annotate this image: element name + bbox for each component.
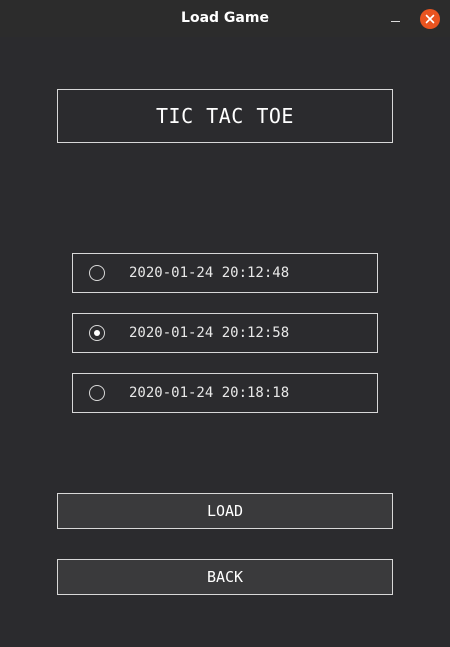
game-title: TIC TAC TOE (156, 104, 294, 128)
save-slot-1[interactable]: 2020-01-24 20:12:48 (72, 253, 378, 293)
game-title-box: TIC TAC TOE (57, 89, 393, 143)
radio-icon[interactable] (89, 385, 105, 401)
back-button[interactable]: BACK (57, 559, 393, 595)
save-slot-label: 2020-01-24 20:12:58 (129, 325, 290, 341)
save-slot-3[interactable]: 2020-01-24 20:18:18 (72, 373, 378, 413)
window-title: Load Game (181, 10, 269, 26)
minimize-icon[interactable] (388, 13, 404, 25)
load-game-window: Load Game TIC TAC TOE 2020-01-24 20:12:4… (0, 0, 450, 647)
save-slot-label: 2020-01-24 20:12:48 (129, 265, 290, 281)
save-slot-label: 2020-01-24 20:18:18 (129, 385, 290, 401)
title-bar: Load Game (0, 0, 450, 37)
load-button[interactable]: LOAD (57, 493, 393, 529)
radio-icon[interactable] (89, 265, 105, 281)
save-slot-2[interactable]: 2020-01-24 20:12:58 (72, 313, 378, 353)
radio-icon[interactable] (89, 325, 105, 341)
close-icon (425, 14, 435, 24)
close-button[interactable] (420, 9, 440, 29)
